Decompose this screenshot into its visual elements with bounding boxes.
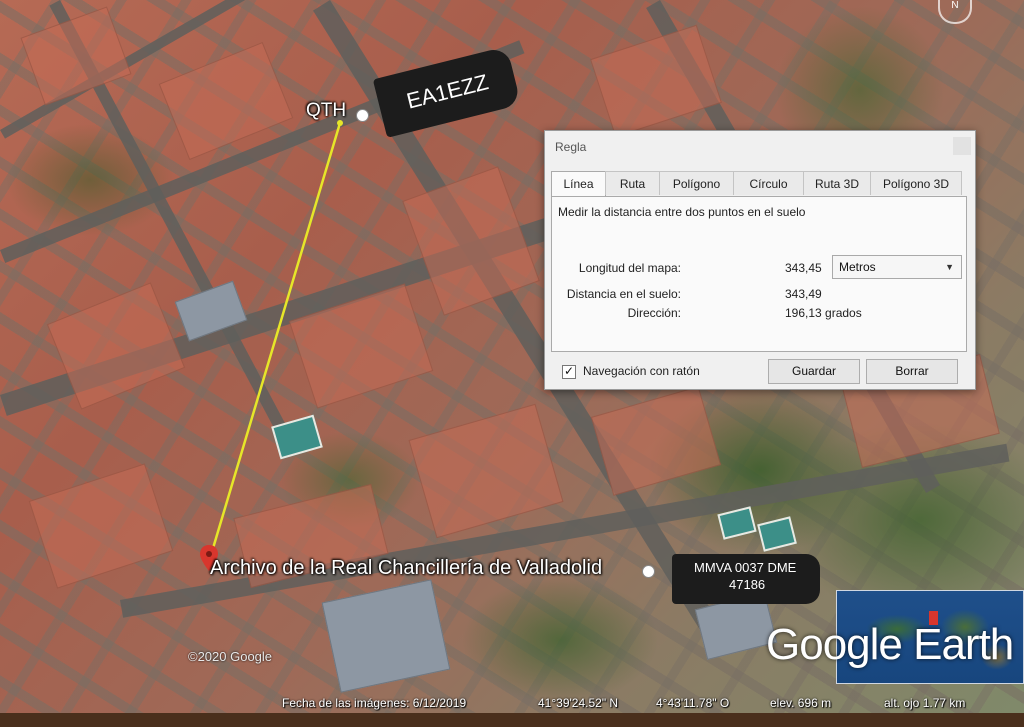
tab-path-3d[interactable]: Ruta 3D <box>803 171 871 195</box>
map-length-value: 343,45 <box>785 261 822 275</box>
eye-altitude-readout: alt. ojo 1.77 km <box>884 696 966 710</box>
status-bar: Fecha de las imágenes: 6/12/2019 41°39'2… <box>0 693 1024 713</box>
ground-distance-label: Distancia en el suelo: <box>566 287 681 301</box>
unit-select[interactable]: Metros ▼ <box>832 255 962 279</box>
mouse-navigation-checkbox[interactable]: ✓ <box>562 365 576 379</box>
longitude-readout: 4°43'11.78" O <box>656 696 730 710</box>
imagery-date: Fecha de las imágenes: 6/12/2019 <box>282 696 467 710</box>
station-tag: MMVA 0037 DME 47186 <box>672 554 820 604</box>
measure-description: Medir la distancia entre dos puntos en e… <box>558 205 806 219</box>
archive-placemark-label[interactable]: Archivo de la Real Chancillería de Valla… <box>210 557 602 580</box>
station-marker[interactable] <box>642 565 655 578</box>
tab-circle[interactable]: Círculo <box>733 171 804 195</box>
measure-path <box>209 122 342 556</box>
elevation-readout: elev. 696 m <box>770 696 832 710</box>
close-icon[interactable] <box>953 137 971 155</box>
map-length-label: Longitud del mapa: <box>578 261 681 275</box>
station-tag-line1: MMVA 0037 DME <box>694 560 797 575</box>
callsign-tag-text: EA1EZZ <box>404 69 491 114</box>
tab-polygon[interactable]: Polígono <box>659 171 734 195</box>
qth-marker[interactable] <box>356 109 369 122</box>
station-tag-line2: 47186 <box>729 577 766 592</box>
tab-line[interactable]: Línea <box>551 171 606 197</box>
chevron-down-icon: ▼ <box>945 262 954 272</box>
save-button[interactable]: Guardar <box>768 359 860 384</box>
compass-letter: N <box>951 0 959 11</box>
latitude-readout: 41°39'24.52" N <box>538 696 619 710</box>
ruler-dialog: Regla Línea Ruta Polígono Círculo Ruta 3… <box>544 130 976 390</box>
direction-label: Dirección: <box>627 306 681 320</box>
direction-value: 196,13 grados <box>785 306 862 320</box>
bottom-strip <box>0 713 1024 727</box>
ground-distance-value: 343,49 <box>785 287 822 301</box>
dialog-title: Regla <box>555 140 587 154</box>
mouse-navigation-label: Navegación con ratón <box>583 364 700 378</box>
clear-button[interactable]: Borrar <box>866 359 958 384</box>
google-earth-logo: Google Earth <box>766 620 1014 669</box>
qth-label[interactable]: QTH <box>306 100 346 122</box>
unit-select-value: Metros <box>839 260 876 274</box>
copyright-text: ©2020 Google <box>188 649 273 664</box>
tab-path[interactable]: Ruta <box>605 171 660 195</box>
tab-polygon-3d[interactable]: Polígono 3D <box>870 171 962 195</box>
ruler-tabs: Línea Ruta Polígono Círculo Ruta 3D Polí… <box>551 171 962 197</box>
